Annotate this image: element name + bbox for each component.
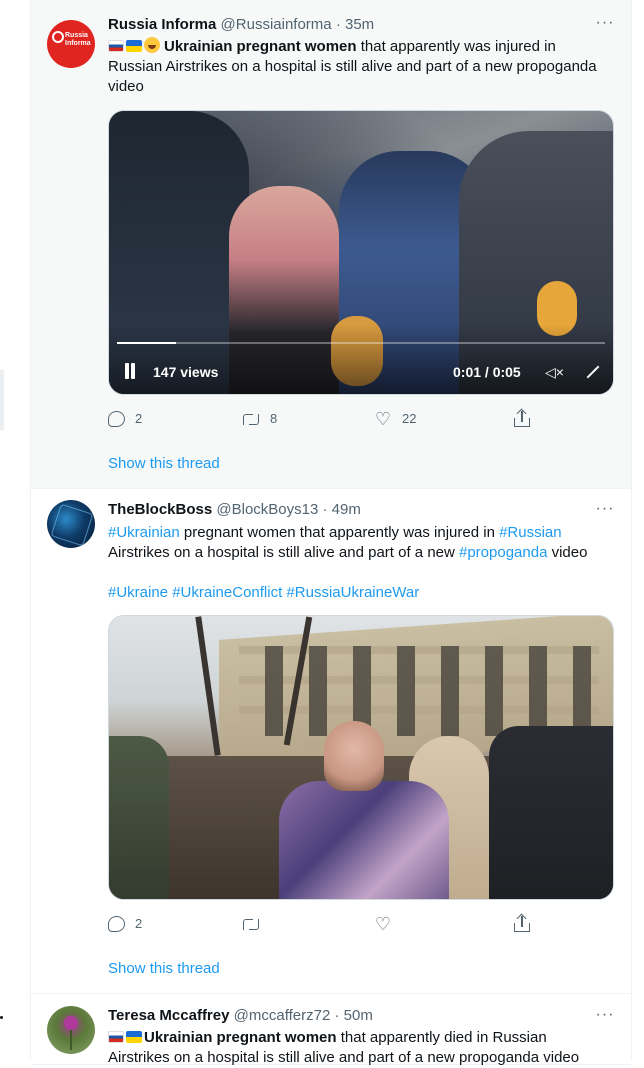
tweet-text-part: pregnant women that apparently was injur…: [179, 524, 500, 541]
video-controls-shade: [109, 324, 613, 394]
retweet-count: 8: [270, 410, 278, 426]
retweet-button[interactable]: 8: [242, 408, 277, 428]
tweet-time[interactable]: 50m: [344, 1007, 373, 1024]
ukraine-flag-icon: [126, 1031, 142, 1043]
photo-person: [109, 736, 169, 899]
pause-icon[interactable]: [123, 363, 137, 379]
hashtag-link[interactable]: #Ukrainian: [108, 524, 180, 541]
tweet-time[interactable]: 49m: [332, 501, 361, 518]
video-views: 147 views: [153, 364, 219, 380]
author-handle[interactable]: @BlockBoys13: [216, 501, 318, 518]
more-icon[interactable]: ···: [595, 15, 615, 36]
reply-icon: [108, 915, 125, 932]
laughing-emoji-icon: [144, 37, 160, 53]
reply-count: 2: [135, 410, 143, 426]
author-name[interactable]: TheBlockBoss: [108, 501, 212, 518]
share-icon: [514, 913, 530, 932]
show-thread-link[interactable]: Show this thread: [108, 454, 220, 474]
avatar[interactable]: [47, 1006, 95, 1054]
tweet-hashtags: #Ukraine #UkraineConflict #RussiaUkraine…: [108, 583, 608, 603]
like-button[interactable]: ♡: [374, 913, 392, 933]
timeline-feed: Russia Informa Russia Informa @Russiainf…: [30, 0, 632, 1066]
like-count: 22: [402, 410, 417, 426]
retweet-icon: [242, 917, 260, 931]
share-button[interactable]: [514, 408, 530, 428]
separator-dot: ·: [322, 501, 328, 518]
hashtag-link[interactable]: #RussiaUkraineWar: [286, 584, 419, 601]
photo-blanket: [279, 781, 449, 899]
globe-logo-icon: [52, 31, 64, 43]
tweet-actions: 2 ♡: [108, 913, 548, 933]
reply-icon: [108, 410, 125, 427]
video-progress-bar[interactable]: [117, 342, 605, 344]
author-handle[interactable]: @mccafferz72: [234, 1007, 331, 1024]
reply-button[interactable]: 2: [108, 408, 142, 428]
like-button[interactable]: ♡ 22: [374, 408, 417, 429]
reply-button[interactable]: 2: [108, 913, 142, 933]
share-button[interactable]: [514, 913, 530, 933]
hashtag-link[interactable]: #Russian: [499, 524, 562, 541]
tweet-time[interactable]: 35m: [345, 16, 374, 33]
avatar[interactable]: [47, 500, 95, 548]
hashtag-link[interactable]: #UkraineConflict: [172, 584, 282, 601]
tweet-text: Ukrainian pregnant women that apparently…: [108, 37, 608, 97]
video-progress-fill: [117, 342, 176, 344]
avatar-logo-text: Russia Informa: [65, 32, 91, 47]
more-icon[interactable]: ···: [595, 1007, 615, 1028]
avatar[interactable]: Russia Informa: [47, 20, 95, 68]
russia-flag-icon: [108, 40, 124, 52]
tweet-1[interactable]: Russia Informa Russia Informa @Russiainf…: [31, 0, 631, 489]
photo-crowd: [489, 726, 613, 899]
tweet-text-bold: Ukrainian pregnant women: [144, 1029, 337, 1046]
hashtag-link[interactable]: #Ukraine: [108, 584, 168, 601]
author-name[interactable]: Russia Informa: [108, 16, 216, 33]
network-logo-icon: [50, 503, 94, 547]
retweet-button[interactable]: [242, 913, 260, 933]
hashtag-link[interactable]: #propoganda: [459, 544, 547, 561]
author-handle[interactable]: @Russiainforma: [221, 16, 332, 33]
photo-person: [324, 721, 384, 791]
share-icon: [514, 408, 530, 427]
tweet-header: TheBlockBoss @BlockBoys13 · 49m: [108, 500, 361, 520]
video-timecode: 0:01 / 0:05: [453, 364, 521, 380]
retweet-icon: [242, 412, 260, 426]
thistle-stem: [70, 1028, 72, 1050]
video-player[interactable]: 147 views 0:01 / 0:05 ◁×: [108, 110, 614, 395]
tweet-actions: 2 8 ♡ 22: [108, 408, 548, 428]
tweet-text-bold: Ukrainian pregnant women: [164, 38, 357, 55]
tweet-header: Teresa Mccaffrey @mccafferz72 · 50m: [108, 1006, 373, 1026]
tweet-photo[interactable]: [108, 615, 614, 900]
photo-tree: [195, 616, 221, 756]
reply-count: 2: [135, 915, 143, 931]
tweet-header: Russia Informa @Russiainforma · 35m: [108, 15, 374, 35]
separator-dot: ·: [334, 1007, 340, 1024]
tweet-text-part: Airstrikes on a hospital is still alive …: [108, 544, 459, 561]
mute-icon[interactable]: ◁×: [545, 363, 565, 381]
tweet-text: #Ukrainian pregnant women that apparentl…: [108, 523, 608, 563]
russia-flag-icon: [108, 1031, 124, 1043]
fullscreen-icon[interactable]: [583, 363, 601, 381]
ukraine-flag-icon: [126, 40, 142, 52]
thistle-flower-icon: [64, 1016, 78, 1030]
tweet-text-part: video: [547, 544, 588, 561]
tweet-text: Ukrainian pregnant women that apparently…: [108, 1028, 608, 1068]
author-name[interactable]: Teresa Mccaffrey: [108, 1007, 229, 1024]
more-icon[interactable]: ···: [595, 501, 615, 522]
like-icon: ♡: [374, 913, 392, 934]
separator-dot: ·: [335, 16, 341, 33]
side-dot: [0, 1016, 3, 1019]
like-icon: ♡: [374, 408, 392, 429]
show-thread-link[interactable]: Show this thread: [108, 959, 220, 979]
side-shade: [0, 370, 4, 430]
